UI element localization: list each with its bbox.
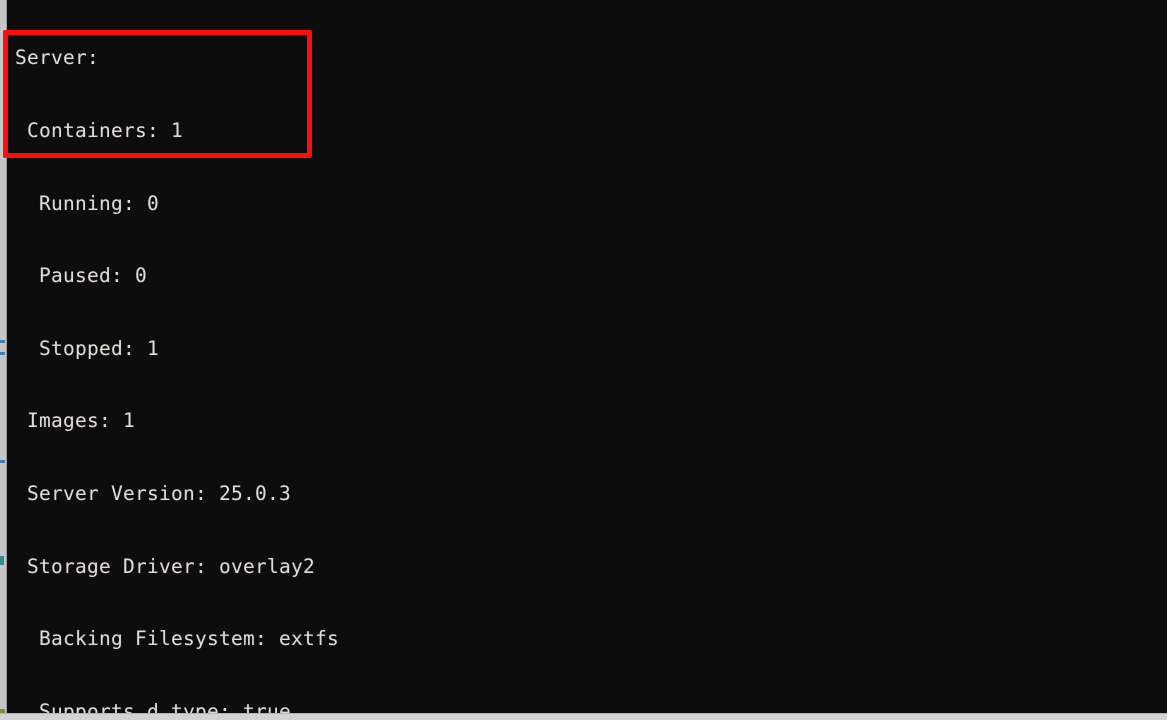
- terminal-line: Storage Driver: overlay2: [15, 554, 315, 578]
- desktop-bottom-bar[interactable]: [0, 713, 1167, 720]
- terminal-line: Supports d_type: true: [15, 699, 291, 713]
- background-window-mark: [0, 556, 4, 565]
- terminal-line: Containers: 1: [15, 119, 183, 142]
- terminal-output[interactable]: Server: Containers: 1 Running: 0 Paused:…: [7, 0, 1167, 713]
- terminal-window[interactable]: Server: Containers: 1 Running: 0 Paused:…: [7, 0, 1167, 713]
- background-window-mark: [0, 340, 5, 343]
- terminal-line: Server:: [15, 46, 99, 70]
- background-window-sliver[interactable]: [0, 0, 7, 713]
- terminal-line: Server Version: 25.0.3: [15, 481, 291, 505]
- terminal-line: Paused: 0: [15, 264, 147, 288]
- background-window-mark: [0, 352, 5, 355]
- background-window-mark: [0, 460, 5, 463]
- desktop-background: Server: Containers: 1 Running: 0 Paused:…: [0, 0, 1167, 720]
- terminal-line: Running: 0: [15, 191, 159, 215]
- terminal-line: Images: 1: [15, 409, 135, 433]
- terminal-line: Stopped: 1: [15, 336, 159, 360]
- terminal-line: Backing Filesystem: extfs: [15, 627, 339, 651]
